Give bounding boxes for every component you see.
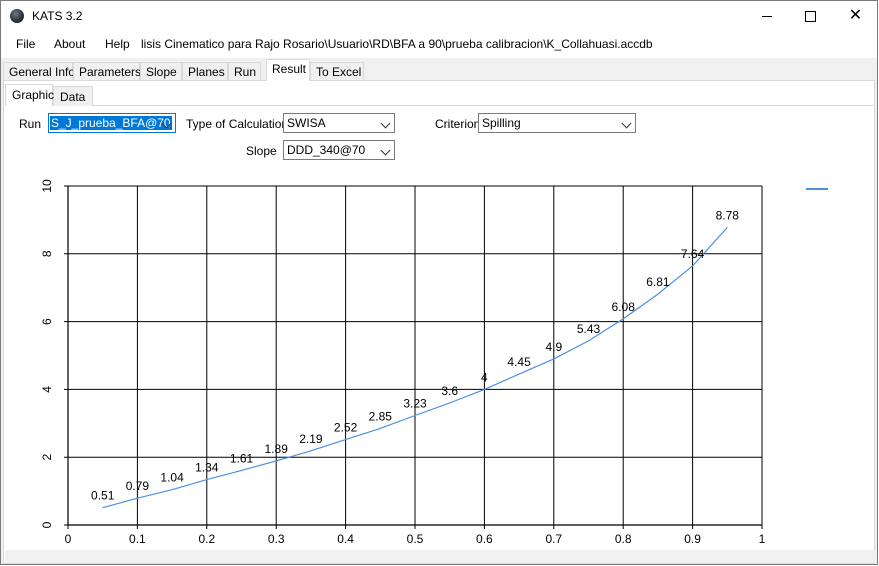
horizontal-scrollbar[interactable] xyxy=(5,550,875,563)
x-tick-label: 0.1 xyxy=(129,532,146,546)
data-label: 7.64 xyxy=(681,247,705,261)
x-tick-label: 0.6 xyxy=(476,532,493,546)
y-tick-label: 0 xyxy=(40,521,54,528)
x-tick-label: 0.7 xyxy=(545,532,562,546)
y-tick-label: 10 xyxy=(40,179,54,193)
data-label: 0.79 xyxy=(126,479,150,493)
app-window: KATS 3.2 ✕ File About Help lisis Cinemat… xyxy=(0,0,878,565)
result-chart: 0 0.1 0.2 0.3 0.4 0.5 0.6 0.7 0.8 0.9 102468100.51… xyxy=(40,179,766,546)
data-label: 3.23 xyxy=(403,397,427,411)
data-label: 1.34 xyxy=(195,461,219,475)
data-label: 2.52 xyxy=(334,421,358,435)
data-label: 2.85 xyxy=(369,409,393,423)
data-label: 4.45 xyxy=(507,355,531,369)
tab-result[interactable]: Result xyxy=(266,59,310,81)
x-tick-label: 0.9 xyxy=(684,532,701,546)
data-label: 1.04 xyxy=(160,471,184,485)
x-tick-label: 1 xyxy=(759,532,766,546)
data-label: 6.08 xyxy=(612,300,636,314)
x-tick-label: 0.8 xyxy=(615,532,632,546)
data-label: 6.81 xyxy=(646,275,670,289)
subtab-graphic[interactable]: Graphic xyxy=(5,84,54,106)
data-label: 4 xyxy=(481,370,488,384)
y-tick-label: 6 xyxy=(40,318,54,325)
y-tick-label: 4 xyxy=(40,386,54,393)
x-tick-label: 0.5 xyxy=(407,532,424,546)
data-label: 0.51 xyxy=(91,489,115,503)
x-tick-label: 0 xyxy=(65,532,72,546)
data-label: 5.43 xyxy=(577,322,601,336)
x-tick-label: 0.2 xyxy=(198,532,215,546)
data-label: 1.61 xyxy=(230,451,254,465)
data-label: 3.6 xyxy=(441,384,458,398)
data-label: 8.78 xyxy=(716,208,740,222)
legend-series-swatch xyxy=(806,188,828,190)
x-tick-label: 0.3 xyxy=(268,532,285,546)
data-label: 2.19 xyxy=(299,432,323,446)
x-tick-label: 0.4 xyxy=(337,532,354,546)
y-tick-label: 8 xyxy=(40,250,54,257)
data-label: 1.89 xyxy=(265,442,289,456)
data-label: 4.9 xyxy=(545,340,562,354)
y-tick-label: 2 xyxy=(40,454,54,461)
